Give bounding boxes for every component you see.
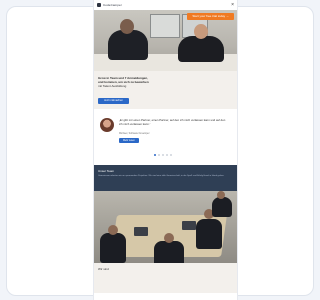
carousel-dot[interactable] [170,154,172,156]
mobile-page-preview: CodeCamper × Start your free trial today… [94,0,237,300]
hero-image: Start your free trial today → [94,10,237,71]
person-shape [212,197,232,217]
person-head-shape [217,191,225,199]
hero-cta-button[interactable]: Start your free trial today → [187,13,234,20]
team-card-title: Unser Team [98,169,115,173]
person-head-shape [194,24,208,39]
intro-section: Grow in Team und 7 Anmeldungen, und komm… [94,71,237,109]
person-head-shape [120,19,134,34]
brand-name: CodeCamper [103,3,122,7]
footer-title: Wir sind [98,267,109,271]
person-shape [178,36,224,62]
carousel-dots [154,154,172,156]
person-head-shape [164,233,174,243]
person-shape [154,241,184,263]
testimonial-meta: Michael, Software Developer [119,132,150,135]
team-card-text: Gemeinsam arbeiten wir an spannenden Pro… [98,175,225,177]
person-shape [100,233,126,263]
footer-section: Wir sind [94,263,237,293]
carousel-dot[interactable] [158,154,160,156]
carousel-dot[interactable] [166,154,168,156]
brand[interactable]: CodeCamper [97,3,122,7]
testimonial-section: „Er gibt mir einen Partner, einen Partne… [94,109,237,165]
window-shape [150,14,180,38]
testimonial-quote: „Er gibt mir einen Partner, einen Partne… [119,118,226,126]
laptop-icon [182,221,196,230]
carousel-dot[interactable] [154,154,156,156]
team-card: Unser Team Gemeinsam arbeiten wir an spa… [94,165,237,191]
person-shape [196,219,222,249]
person-head-shape [108,225,118,235]
top-bar: CodeCamper × [94,0,237,10]
intro-line-3: mit Talent Ausbildung [98,84,127,88]
avatar [100,118,114,132]
carousel-dot[interactable] [162,154,164,156]
person-shape [108,30,148,60]
intro-button[interactable]: Jetzt mitmachen [98,98,129,104]
brand-logo-icon [97,3,101,7]
testimonial-button[interactable]: Mehr lesen [119,138,139,143]
laptop-icon [134,227,148,236]
team-photo [94,191,237,263]
close-icon[interactable]: × [231,2,234,8]
